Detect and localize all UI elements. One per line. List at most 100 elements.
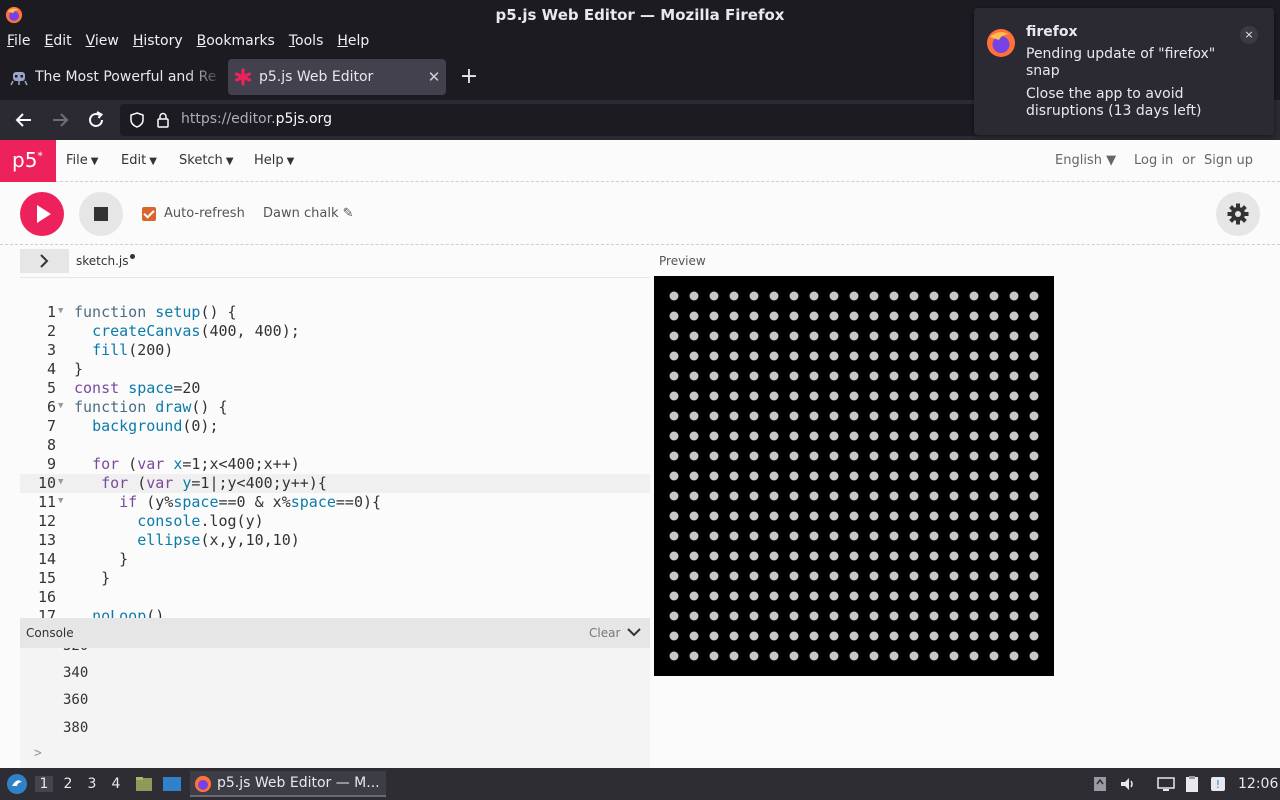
clock: 12:06 (1238, 776, 1279, 792)
preview-dot (669, 631, 679, 641)
preview-dot (729, 651, 739, 661)
preview-dot (1029, 351, 1039, 361)
code-text[interactable]: } (74, 360, 83, 378)
p5-menu-sketch[interactable]: Sketch ▼ (179, 153, 234, 168)
menu-edit[interactable]: Edit (37, 30, 78, 54)
notification-app-name: firefox (1026, 24, 1078, 40)
code-line[interactable]: 7 background(0); (20, 417, 650, 436)
auto-refresh-checkbox[interactable] (142, 207, 156, 221)
file-tab-sketch-js[interactable]: sketch.js (76, 254, 136, 268)
p5-menu-edit[interactable]: Edit ▼ (121, 153, 157, 168)
code-line[interactable]: 5 const space=20 (20, 379, 650, 398)
code-text[interactable]: for (var y=1|;y<400;y++){ (74, 474, 327, 492)
fold-arrow-icon[interactable]: ▼ (58, 477, 63, 487)
reload-icon[interactable] (84, 108, 108, 132)
console-clear-button[interactable]: Clear (589, 626, 620, 640)
menu-bookmarks[interactable]: Bookmarks (190, 30, 282, 54)
p5-logo[interactable]: p5* (0, 140, 56, 182)
chevron-down-icon[interactable] (626, 624, 642, 640)
menu-file[interactable]: File (0, 30, 37, 54)
workspace-4[interactable]: 4 (107, 776, 125, 792)
code-text[interactable]: console.log(y) (74, 512, 263, 530)
start-menu-icon[interactable] (6, 773, 28, 795)
code-line[interactable]: 14 } (20, 550, 650, 569)
sketch-name[interactable]: Dawn chalk ✎ (263, 206, 354, 221)
code-editor[interactable]: 1 ▼ function setup() {2 createCanvas(400, … (20, 277, 650, 618)
url-bar[interactable]: https://editor.p5js.org (120, 104, 980, 136)
notification-close-button[interactable]: × (1240, 26, 1258, 44)
tab-most-powerful[interactable]: The Most Powerful and Re (4, 59, 224, 95)
p5-menu-help[interactable]: Help ▼ (254, 153, 294, 168)
p5-menu-file[interactable]: File ▼ (66, 153, 98, 168)
workspace-2[interactable]: 2 (59, 776, 77, 792)
menu-tools[interactable]: Tools (282, 30, 331, 54)
code-line[interactable]: 3 fill(200) (20, 341, 650, 360)
tab-p5js-editor[interactable]: p5.js Web Editor ✕ (228, 59, 446, 95)
menu-help[interactable]: Help (330, 30, 376, 54)
code-line[interactable]: 12 console.log(y) (20, 512, 650, 531)
menu-history[interactable]: History (126, 30, 190, 54)
tracking-shield-icon[interactable] (128, 111, 146, 129)
preview-dot (789, 331, 799, 341)
preview-canvas[interactable] (654, 276, 1054, 676)
fold-arrow-icon[interactable]: ▼ (58, 496, 63, 506)
code-text[interactable]: function draw() { (74, 398, 228, 416)
code-text[interactable]: } (74, 569, 110, 587)
preview-dot (869, 511, 879, 521)
code-text[interactable]: noLoop() (74, 607, 164, 618)
sidebar-toggle-button[interactable] (20, 249, 69, 273)
console-line: 340 (63, 665, 89, 681)
code-line[interactable]: 10 ▼ for (var y=1|;y<400;y++){ (20, 474, 650, 493)
code-text[interactable]: for (var x=1;x<400;x++) (74, 455, 300, 473)
code-line[interactable]: 1 ▼ function setup() { (20, 303, 650, 322)
code-text[interactable]: if (y%space==0 & x%space==0){ (74, 493, 381, 511)
code-line[interactable]: 6 ▼ function draw() { (20, 398, 650, 417)
code-line[interactable]: 11 ▼ if (y%space==0 & x%space==0){ (20, 493, 650, 512)
auto-refresh-label[interactable]: Auto-refresh (164, 206, 245, 221)
code-text[interactable]: ellipse(x,y,10,10) (74, 531, 300, 549)
code-line[interactable]: 16 (20, 588, 650, 607)
file-manager-icon[interactable] (134, 774, 154, 794)
code-line[interactable]: 17 noLoop() (20, 607, 650, 618)
code-text[interactable]: createCanvas(400, 400); (74, 322, 300, 340)
taskbar-task-firefox[interactable]: p5.js Web Editor — M... (190, 771, 386, 797)
code-line[interactable]: 8 (20, 436, 650, 455)
preview-dot (849, 391, 859, 401)
code-line[interactable]: 4} (20, 360, 650, 379)
play-button[interactable] (20, 192, 64, 236)
display-icon[interactable] (1156, 774, 1176, 794)
preview-dot (869, 631, 879, 641)
new-tab-button[interactable]: + (456, 65, 482, 91)
console-prompt[interactable]: > (34, 746, 42, 761)
workspace-1[interactable]: 1 (35, 776, 53, 792)
code-line[interactable]: 2 createCanvas(400, 400); (20, 322, 650, 341)
desktop-icon[interactable] (162, 774, 182, 794)
code-line[interactable]: 13 ellipse(x,y,10,10) (20, 531, 650, 550)
tray-upload-icon[interactable] (1090, 774, 1110, 794)
clipboard-icon[interactable] (1182, 774, 1202, 794)
fold-arrow-icon[interactable]: ▼ (58, 401, 63, 411)
back-arrow-icon[interactable] (12, 108, 36, 132)
volume-icon[interactable] (1118, 774, 1138, 794)
code-text[interactable]: background(0); (74, 417, 218, 435)
preview-dot (709, 631, 719, 641)
code-text[interactable]: const space=20 (74, 379, 200, 397)
code-line[interactable]: 9 for (var x=1;x<400;x++) (20, 455, 650, 474)
lock-icon[interactable] (154, 111, 172, 129)
code-line[interactable]: 15 } (20, 569, 650, 588)
forward-arrow-icon[interactable] (48, 108, 72, 132)
tab-close-icon[interactable]: ✕ (422, 68, 446, 86)
url-text[interactable]: https://editor.p5js.org (181, 111, 332, 127)
code-text[interactable]: function setup() { (74, 303, 237, 321)
stop-button[interactable] (79, 192, 123, 236)
settings-button[interactable] (1216, 192, 1260, 236)
menu-view[interactable]: View (79, 30, 126, 54)
code-text[interactable]: fill(200) (74, 341, 173, 359)
language-select[interactable]: English ▼ (1055, 153, 1116, 168)
workspace-3[interactable]: 3 (83, 776, 101, 792)
updates-notification-icon[interactable]: ! (1208, 774, 1228, 794)
signup-link[interactable]: Sign up (1204, 153, 1253, 168)
login-link[interactable]: Log in (1134, 153, 1173, 168)
fold-arrow-icon[interactable]: ▼ (58, 306, 63, 316)
code-text[interactable]: } (74, 550, 128, 568)
